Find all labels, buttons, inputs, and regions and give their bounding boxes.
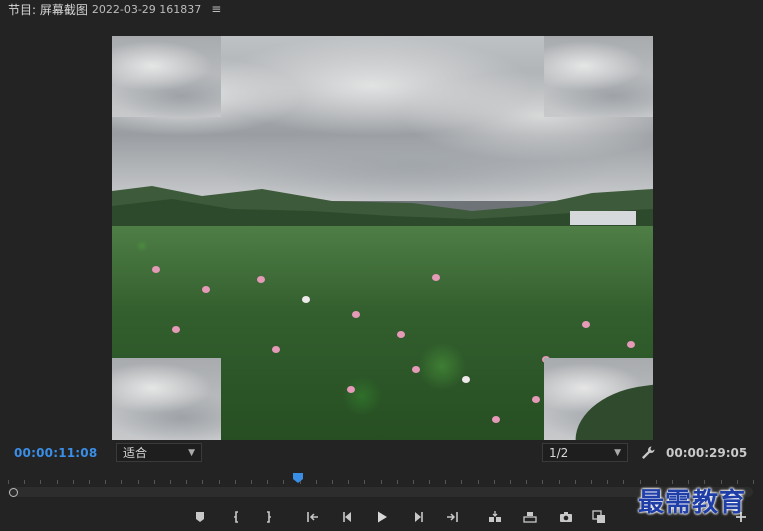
ruler-tick xyxy=(8,480,9,484)
ruler-tick xyxy=(753,480,754,484)
wrench-icon[interactable] xyxy=(640,445,656,461)
overwrite-icon[interactable] xyxy=(521,508,539,526)
ruler-tick xyxy=(542,480,544,484)
step-back-icon[interactable] xyxy=(339,508,357,526)
viewer-controls-row: 00:00:11:08 适合 ▼ 1/2 ▼ 00:00:29:05 xyxy=(0,442,763,464)
current-timecode[interactable]: 00:00:11:08 xyxy=(14,446,97,460)
chevron-down-icon: ▼ xyxy=(188,447,195,458)
ruler-tick xyxy=(24,480,26,484)
ruler-tick xyxy=(218,480,220,484)
ruler-tick xyxy=(380,480,382,484)
export-frame-icon[interactable] xyxy=(557,508,575,526)
zoom-fit-value: 适合 xyxy=(123,446,148,460)
mark-out-icon[interactable] xyxy=(259,508,277,526)
duration-timecode: 00:00:29:05 xyxy=(666,446,748,460)
ruler-tick xyxy=(461,480,463,484)
ruler-tick xyxy=(169,480,171,484)
ruler-tick xyxy=(40,480,42,484)
ruler-tick xyxy=(331,480,333,484)
video-mountains xyxy=(112,186,653,231)
ruler-tick xyxy=(137,480,139,484)
ruler-tick xyxy=(396,480,398,484)
ruler-tick xyxy=(56,480,58,484)
insert-icon[interactable] xyxy=(486,508,504,526)
ruler-tick xyxy=(105,480,107,484)
ruler-tick xyxy=(591,480,593,484)
ruler-tick xyxy=(186,480,188,484)
zoom-fit-select[interactable]: 适合 ▼ xyxy=(116,443,202,462)
ruler-tick xyxy=(348,480,350,484)
add-marker-icon[interactable] xyxy=(191,508,209,526)
watermark-logo: 最需教育 xyxy=(638,488,747,518)
ruler-tick xyxy=(234,480,236,484)
panel-titlebar: 节目: 屏幕截图 2022-03-29 161837 ≡ xyxy=(0,0,763,18)
ruler-tick xyxy=(493,480,495,484)
program-viewer[interactable] xyxy=(112,36,653,440)
mark-in-icon[interactable] xyxy=(228,508,246,526)
zoom-scroll-handle[interactable] xyxy=(9,488,18,497)
ruler-tick xyxy=(623,480,625,484)
playback-resolution-select[interactable]: 1/2 ▼ xyxy=(542,443,628,462)
ruler-tick xyxy=(477,480,479,484)
ruler-tick xyxy=(315,480,317,484)
comparison-view-icon[interactable] xyxy=(590,508,608,526)
ruler-tick xyxy=(526,480,528,484)
ruler-tick xyxy=(153,480,155,484)
mosaic-tile-bottom-left xyxy=(112,358,221,440)
ruler-tick xyxy=(250,480,252,484)
mosaic-tile-top-left xyxy=(112,36,221,117)
ruler-tick xyxy=(445,480,447,484)
ruler-tick xyxy=(607,480,609,484)
sequence-name: 2022-03-29 161837 xyxy=(91,2,202,16)
playback-resolution-value: 1/2 xyxy=(549,445,569,460)
mosaic-tile-top-right xyxy=(544,36,653,117)
step-forward-icon[interactable] xyxy=(409,508,427,526)
go-to-in-icon[interactable] xyxy=(304,508,322,526)
ruler-tick xyxy=(364,480,366,484)
ruler-tick xyxy=(412,480,414,484)
ruler-tick xyxy=(283,480,285,484)
ruler-tick xyxy=(429,480,431,484)
ruler-tick xyxy=(121,480,123,484)
play-icon[interactable] xyxy=(373,508,391,526)
ruler-tick xyxy=(88,480,90,484)
go-to-out-icon[interactable] xyxy=(443,508,461,526)
panel-title: 节目: 屏幕截图 xyxy=(8,2,88,17)
ruler-tick xyxy=(558,480,560,484)
chevron-down-icon: ▼ xyxy=(614,447,621,458)
ruler-tick xyxy=(510,480,512,484)
ruler-tick xyxy=(267,480,269,484)
ruler-tick xyxy=(574,480,576,484)
hamburger-icon[interactable]: ≡ xyxy=(211,2,221,16)
playhead-marker-icon[interactable] xyxy=(292,472,304,484)
mosaic-tile-bottom-right xyxy=(544,358,653,440)
ruler-tick xyxy=(72,480,74,484)
ruler-tick xyxy=(202,480,204,484)
